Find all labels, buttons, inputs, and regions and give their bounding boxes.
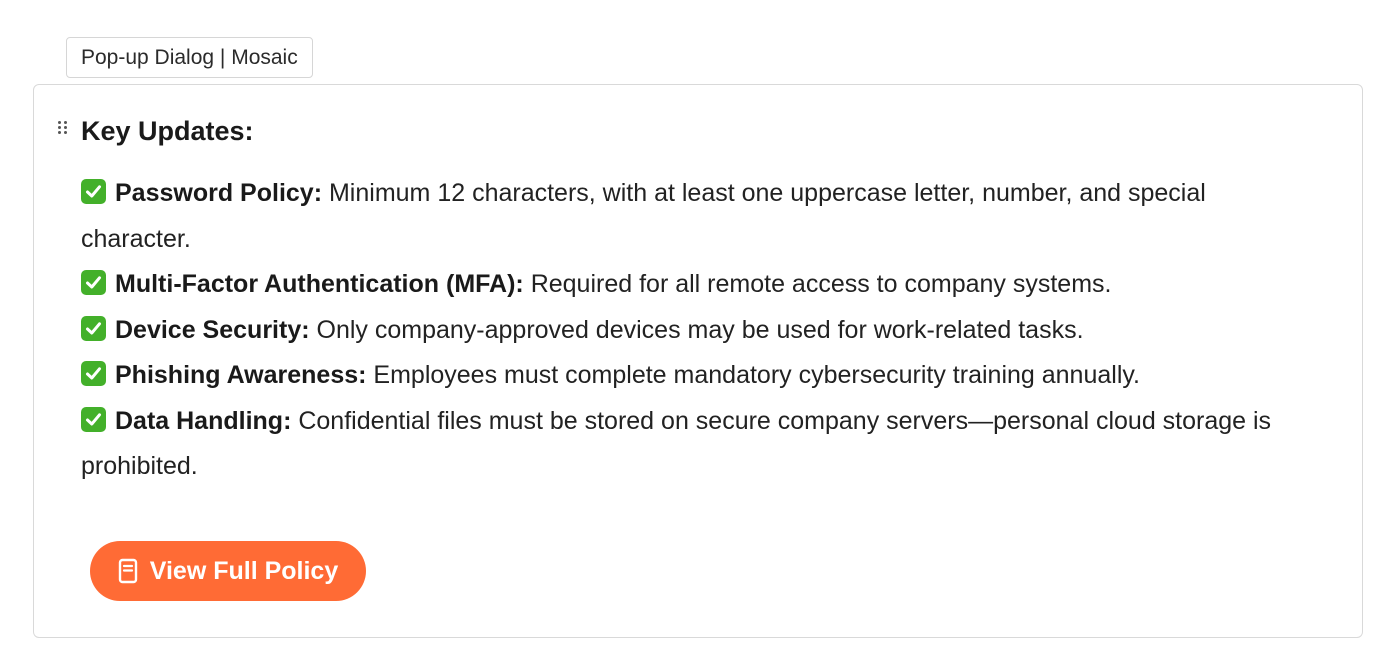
dialog-title-tag: Pop-up Dialog | Mosaic [66, 37, 313, 78]
updates-list: Password Policy: Minimum 12 characters, … [81, 171, 1321, 490]
list-item-password-policy: Password Policy: Minimum 12 characters, … [81, 171, 1321, 262]
document-icon [118, 558, 138, 584]
list-item-mfa: Multi-Factor Authentication (MFA): Requi… [81, 262, 1321, 308]
list-item-data-handling: Data Handling: Confidential files must b… [81, 399, 1321, 490]
list-item-device-security: Device Security: Only company-approved d… [81, 308, 1321, 354]
item-label: Multi-Factor Authentication (MFA): [115, 270, 524, 298]
item-text: Only company-approved devices may be use… [309, 315, 1084, 344]
button-label: View Full Policy [149, 556, 339, 585]
view-full-policy-button[interactable]: View Full Policy [90, 541, 366, 601]
item-label: Phishing Awareness: [115, 361, 367, 389]
key-updates-card: Key Updates: Password Policy: Minimum 12… [33, 84, 1363, 638]
check-mark-icon [81, 361, 106, 386]
drag-handle-icon[interactable] [58, 121, 70, 139]
item-text: Required for all remote access to compan… [523, 270, 1112, 298]
item-label: Data Handling: [115, 406, 292, 435]
item-label: Password Policy: [115, 179, 323, 207]
section-heading: Key Updates: [81, 116, 254, 146]
check-mark-icon [81, 270, 106, 295]
check-mark-icon [81, 315, 106, 341]
item-label: Device Security: [115, 315, 310, 344]
check-mark-icon [81, 179, 106, 204]
check-mark-icon [81, 406, 106, 432]
item-text: Employees must complete mandatory cybers… [366, 361, 1140, 389]
list-item-phishing-awareness: Phishing Awareness: Employees must compl… [81, 353, 1321, 399]
